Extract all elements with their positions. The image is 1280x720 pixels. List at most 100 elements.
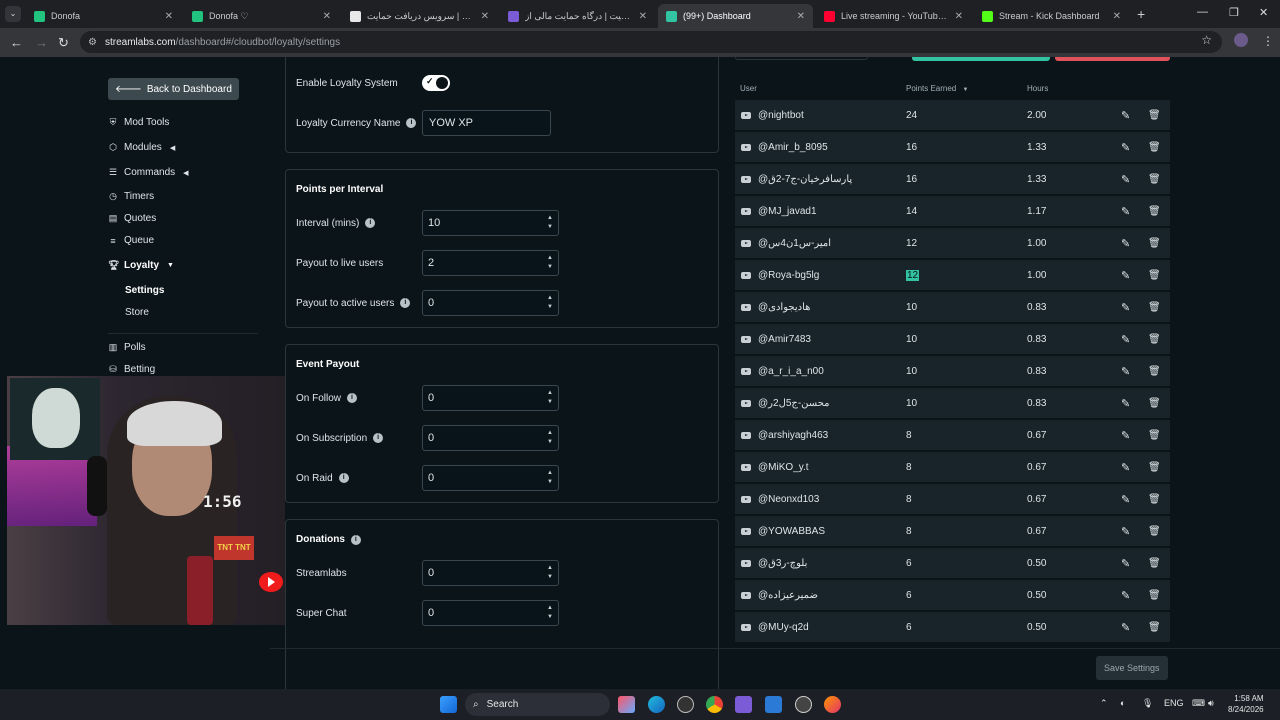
reset-button[interactable]	[1055, 57, 1170, 61]
trash-icon[interactable]: 🗑︎	[1148, 558, 1161, 569]
edit-pencil-icon[interactable]: ✎	[1121, 333, 1130, 346]
info-icon[interactable]: i	[400, 298, 411, 308]
trash-icon[interactable]: 🗑︎	[1148, 238, 1161, 249]
taskbar-clock[interactable]: 1:58 AM 8/24/2026	[1228, 693, 1264, 715]
save-settings-button[interactable]: Save Settings	[1096, 656, 1168, 680]
edit-pencil-icon[interactable]: ✎	[1121, 109, 1130, 122]
spinner-icon[interactable]: ▲ ▼	[547, 604, 553, 622]
trash-icon[interactable]: 🗑︎	[1148, 334, 1161, 345]
forward-arrow-icon[interactable]: →	[35, 35, 48, 50]
copilot-icon[interactable]	[618, 696, 635, 713]
trash-icon[interactable]: 🗑︎	[1148, 430, 1161, 441]
spinner-icon[interactable]: ▲ ▼	[547, 389, 553, 407]
spinner-icon[interactable]: ▲ ▼	[547, 254, 553, 272]
tab-4[interactable]: (99+) Dashboard ✕	[658, 4, 813, 28]
trash-icon[interactable]: 🗑︎	[1148, 174, 1161, 185]
minimize-button[interactable]: —	[1197, 6, 1208, 18]
back-to-dashboard-button[interactable]: 🡐 Back to Dashboard	[108, 78, 239, 100]
profile-avatar[interactable]	[1234, 33, 1248, 47]
trash-icon[interactable]: 🗑︎	[1148, 398, 1161, 409]
header-hours[interactable]: Hours	[1027, 84, 1048, 93]
url-field[interactable]: ⚙ streamlabs.com/dashboard#/cloudbot/loy…	[80, 31, 1222, 53]
sidebar-item-loyalty[interactable]: 🏆︎ Loyalty ▼	[108, 260, 174, 271]
app-r-icon[interactable]	[735, 696, 752, 713]
trash-icon[interactable]: 🗑︎	[1148, 206, 1161, 217]
info-icon[interactable]: i	[350, 534, 361, 545]
obs-icon[interactable]	[795, 696, 812, 713]
taskbar-search[interactable]: ⌕ Search	[465, 693, 610, 716]
chrome-icon[interactable]	[706, 696, 723, 713]
close-tab-icon[interactable]: ✕	[639, 11, 647, 22]
header-points-earned[interactable]: Points Earned ▼	[906, 84, 968, 93]
spinner-icon[interactable]: ▲ ▼	[547, 429, 553, 447]
edit-pencil-icon[interactable]: ✎	[1121, 525, 1130, 538]
edit-pencil-icon[interactable]: ✎	[1121, 365, 1130, 378]
edit-pencil-icon[interactable]: ✎	[1121, 397, 1130, 410]
super-chat-input[interactable]: 0 ▲ ▼	[422, 600, 559, 626]
sidebar-item-commands[interactable]: ☰ Commands ◀	[108, 167, 189, 178]
sidebar-subitem-settings[interactable]: Settings	[125, 285, 164, 296]
edit-pencil-icon[interactable]: ✎	[1121, 589, 1130, 602]
tab-2[interactable]: زیمیت | سرویس دریافت حمایت ... ✕	[342, 4, 497, 28]
trash-icon[interactable]: 🗑︎	[1148, 142, 1161, 153]
new-tab-button[interactable]: +	[1137, 6, 1145, 22]
sidebar-item-timers[interactable]: ◷ Timers	[108, 191, 154, 202]
spinner-icon[interactable]: ▲ ▼	[547, 294, 553, 312]
network-icon[interactable]: ⌨	[1192, 698, 1205, 709]
tab-5[interactable]: Live streaming - YouTube Studio ✕	[816, 4, 971, 28]
edit-pencil-icon[interactable]: ✎	[1121, 141, 1130, 154]
info-icon[interactable]: i	[373, 433, 384, 443]
enable-loyalty-toggle[interactable]: ✓	[422, 75, 450, 91]
streamlabs-input[interactable]: 0 ▲ ▼	[422, 560, 559, 586]
edit-pencil-icon[interactable]: ✎	[1121, 429, 1130, 442]
language-indicator[interactable]: ENG	[1164, 698, 1184, 708]
trash-icon[interactable]: 🗑︎	[1148, 110, 1161, 121]
info-icon[interactable]: i	[338, 473, 349, 483]
edit-pencil-icon[interactable]: ✎	[1121, 461, 1130, 474]
sidebar-item-polls[interactable]: ▥ Polls	[108, 342, 146, 353]
sidebar-item-queue[interactable]: ≡ Queue	[108, 235, 154, 246]
edit-pencil-icon[interactable]: ✎	[1121, 173, 1130, 186]
edge-icon[interactable]	[648, 696, 665, 713]
microphone-icon[interactable]: 🎙︎	[1142, 698, 1153, 709]
sidebar-item-mod-tools[interactable]: ⛨ Mod Tools	[108, 117, 170, 128]
trash-icon[interactable]: 🗑︎	[1148, 366, 1161, 377]
edit-pencil-icon[interactable]: ✎	[1121, 269, 1130, 282]
tab-1[interactable]: Donofa ♡ ✕	[184, 4, 339, 28]
trash-icon[interactable]: 🗑︎	[1148, 302, 1161, 313]
import-button[interactable]	[912, 57, 1050, 61]
trash-icon[interactable]: 🗑︎	[1148, 494, 1161, 505]
info-icon[interactable]: i	[347, 393, 358, 403]
edit-pencil-icon[interactable]: ✎	[1121, 237, 1130, 250]
maximize-button[interactable]: ❐	[1229, 6, 1239, 19]
close-window-button[interactable]: ✕	[1259, 6, 1268, 19]
tab-0[interactable]: Donofa ✕	[26, 4, 181, 28]
close-tab-icon[interactable]: ✕	[955, 11, 963, 22]
sidebar-subitem-store[interactable]: Store	[125, 307, 149, 318]
start-icon[interactable]	[440, 696, 457, 713]
payout-live-input[interactable]: 2 ▲ ▼	[422, 250, 559, 276]
edit-pencil-icon[interactable]: ✎	[1121, 205, 1130, 218]
tab-search-button[interactable]: ⌄	[5, 6, 21, 22]
firefox-icon[interactable]	[824, 696, 841, 713]
close-tab-icon[interactable]: ✕	[323, 11, 331, 22]
spinner-icon[interactable]: ▲ ▼	[547, 564, 553, 582]
on-follow-input[interactable]: 0 ▲ ▼	[422, 385, 559, 411]
header-user[interactable]: User	[740, 84, 757, 93]
sidebar-item-quotes[interactable]: ▤ Quotes	[108, 213, 157, 224]
close-tab-icon[interactable]: ✕	[797, 11, 805, 22]
edit-pencil-icon[interactable]: ✎	[1121, 621, 1130, 634]
volume-icon[interactable]: 🔊︎	[1208, 698, 1214, 709]
trash-icon[interactable]: 🗑︎	[1148, 590, 1161, 601]
tray-app-icon[interactable]: ◐	[1120, 698, 1125, 708]
trash-icon[interactable]: 🗑︎	[1148, 462, 1161, 473]
bookmark-star-icon[interactable]: ☆	[1201, 33, 1212, 47]
back-arrow-icon[interactable]: ←	[10, 35, 23, 50]
on-raid-input[interactable]: 0 ▲ ▼	[422, 465, 559, 491]
sidebar-item-modules[interactable]: ⬡ Modules ◀	[108, 142, 175, 153]
site-info-icon[interactable]: ⚙	[88, 37, 97, 48]
sidebar-item-betting[interactable]: ⛁ Betting	[108, 364, 155, 375]
tray-chevron-icon[interactable]: ⌃	[1100, 698, 1108, 709]
spinner-icon[interactable]: ▲ ▼	[547, 469, 553, 487]
tab-6[interactable]: Stream - Kick Dashboard ✕	[974, 4, 1129, 28]
